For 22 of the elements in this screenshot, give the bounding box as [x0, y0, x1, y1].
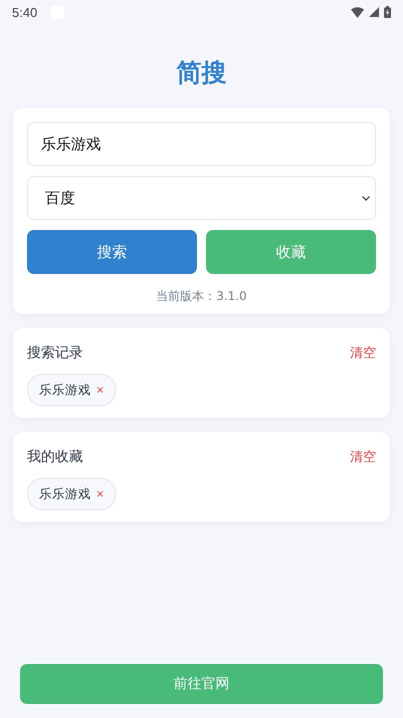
remove-icon[interactable]: ×	[96, 488, 104, 500]
remove-icon[interactable]: ×	[96, 384, 104, 396]
tag-label[interactable]: 乐乐游戏	[39, 486, 91, 502]
signal-icon	[369, 7, 379, 17]
website-button[interactable]: 前往官网	[20, 664, 383, 704]
section-title: 搜索记录	[27, 344, 83, 362]
status-time: 5:40	[12, 4, 38, 20]
clear-link[interactable]: 清空	[350, 448, 376, 466]
engine-dropdown[interactable]: 百度	[27, 176, 376, 220]
version-text: 当前版本：3.1.0	[155, 288, 248, 304]
tag-chip[interactable]: 乐乐游戏 ×	[27, 478, 116, 510]
section-title: 我的收藏	[27, 448, 83, 466]
app-title: 简搜	[176, 57, 228, 89]
clear-link[interactable]: 清空	[350, 344, 376, 362]
tag-label[interactable]: 乐乐游戏	[39, 382, 91, 398]
favorite-button[interactable]: 收藏	[206, 230, 376, 274]
chevron-down-icon	[362, 196, 370, 200]
battery-icon	[384, 6, 391, 18]
wifi-icon	[351, 6, 364, 18]
search-button[interactable]: 搜索	[27, 230, 197, 274]
search-field[interactable]: 乐乐游戏	[27, 122, 376, 166]
tag-chip[interactable]: 乐乐游戏 ×	[27, 374, 116, 406]
